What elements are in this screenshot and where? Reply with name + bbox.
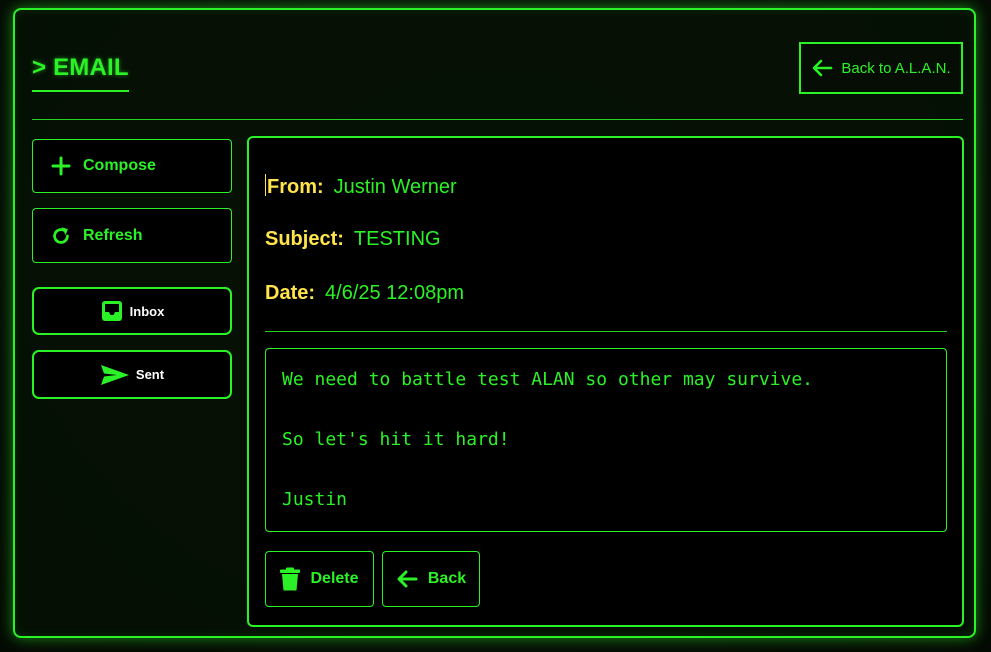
arrow-left-icon: [811, 58, 833, 78]
email-body: We need to battle test ALAN so other may…: [265, 348, 947, 532]
back-to-alan-label: Back to A.L.A.N.: [841, 59, 951, 77]
subject-row: Subject: TESTING: [265, 228, 441, 251]
compose-label: Compose: [83, 157, 156, 174]
inbox-button[interactable]: Inbox: [32, 287, 232, 335]
plus-icon: [49, 154, 73, 178]
meta-divider: [265, 331, 947, 332]
from-key: From:: [267, 176, 324, 198]
back-to-alan-button[interactable]: Back to A.L.A.N.: [799, 42, 963, 94]
delete-label: Delete: [310, 570, 359, 587]
sent-button[interactable]: Sent: [32, 350, 232, 399]
trash-icon: [280, 567, 301, 591]
from-value: Justin Werner: [333, 176, 457, 198]
back-label: Back: [427, 570, 467, 587]
body-line: So let's hit it hard!: [282, 429, 510, 450]
back-button[interactable]: Back: [382, 551, 480, 607]
page-title: > EMAIL: [32, 54, 129, 92]
text-cursor: [265, 174, 266, 196]
email-window: > EMAIL Back to A.L.A.N. Compose Refresh: [13, 8, 976, 638]
email-detail-panel: From: Justin Werner Subject: TESTING Date:…: [247, 136, 964, 627]
arrow-left-icon: [396, 569, 418, 589]
compose-button[interactable]: Compose: [32, 139, 232, 193]
header-divider: [32, 119, 963, 120]
inbox-label: Inbox: [129, 303, 165, 319]
date-row: Date: 4/6/25 12:08pm: [265, 282, 464, 305]
sent-label: Sent: [135, 367, 165, 382]
date-key: Date:: [265, 282, 316, 304]
refresh-label: Refresh: [83, 226, 143, 244]
subject-value: TESTING: [353, 228, 441, 250]
send-icon: [100, 363, 130, 387]
date-value: 4/6/25 12:08pm: [325, 282, 465, 304]
refresh-icon: [49, 224, 73, 248]
inbox-icon: [100, 299, 124, 323]
refresh-button[interactable]: Refresh: [32, 208, 232, 263]
delete-button[interactable]: Delete: [265, 551, 374, 607]
subject-key: Subject:: [265, 228, 344, 250]
body-line: Justin: [282, 489, 348, 510]
from-row: From: Justin Werner: [265, 174, 457, 199]
body-line: We need to battle test ALAN so other may…: [282, 369, 814, 390]
